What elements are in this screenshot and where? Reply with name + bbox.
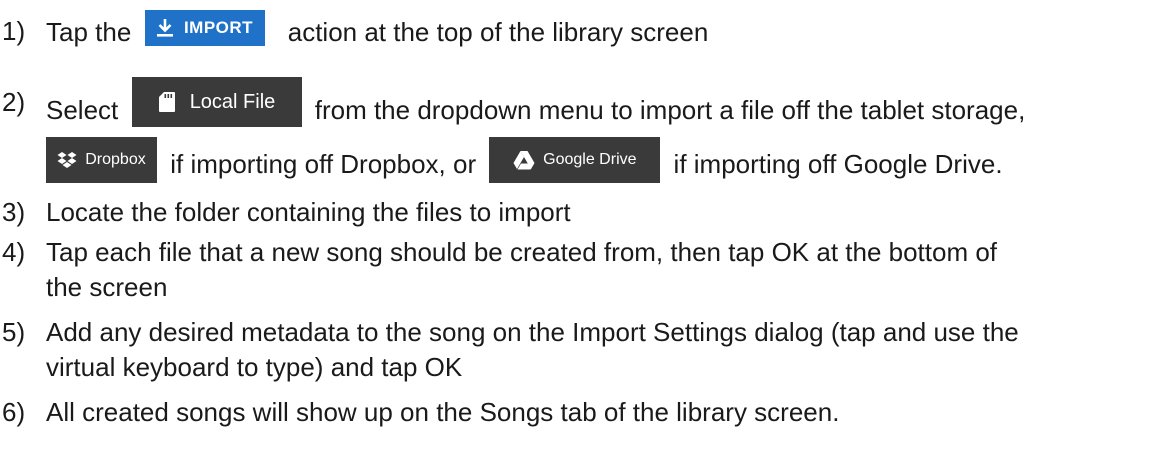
dropbox-icon xyxy=(57,152,77,168)
step-text: Tap the IMPORT action at the top of the … xyxy=(46,10,709,52)
google-drive-button-image: Google Drive xyxy=(489,137,661,183)
local-file-chip-label: Local File xyxy=(189,91,276,113)
step-text-end: if importing off Google Drive. xyxy=(666,148,1003,179)
step-text: Select Local File from the dropdown menu… xyxy=(46,77,1026,137)
step-text-before: Select xyxy=(46,94,126,125)
step-number: 4) xyxy=(2,237,26,267)
dropbox-chip-label: Dropbox xyxy=(85,151,146,168)
step-text: Add any desired metadata to the song on … xyxy=(46,317,1019,347)
download-icon xyxy=(156,19,173,37)
step-5-continuation: virtual keyboard to type) and tap OK xyxy=(46,352,463,382)
step-number: 6) xyxy=(2,397,26,427)
step-number: 3) xyxy=(2,197,26,227)
step-number: 2) xyxy=(2,87,26,117)
step-text: All created songs will show up on the So… xyxy=(46,397,840,427)
step-2-continuation: Dropbox if importing off Dropbox, or Goo… xyxy=(46,137,1003,189)
instruction-document: 1) Tap the IMPORT action at the top of t… xyxy=(0,0,1166,466)
step-text-after: from the dropdown menu to import a file … xyxy=(307,94,1026,125)
local-file-button-image: Local File xyxy=(131,77,302,127)
dropbox-button-image: Dropbox xyxy=(46,137,157,183)
step-text: Locate the folder containing the files t… xyxy=(46,197,571,227)
step-text-middle: if importing off Dropbox, or xyxy=(163,148,484,179)
step-number: 5) xyxy=(2,317,26,347)
sd-card-icon xyxy=(158,92,175,112)
import-button-image: IMPORT xyxy=(144,10,265,46)
step-text-before: Tap the xyxy=(46,16,139,47)
import-chip-label: IMPORT xyxy=(183,18,254,37)
google-drive-icon xyxy=(513,151,535,170)
step-4-continuation: the screen xyxy=(46,272,168,302)
step-number: 1) xyxy=(2,16,26,46)
step-text: Tap each file that a new song should be … xyxy=(46,237,998,267)
google-drive-chip-label: Google Drive xyxy=(543,151,637,168)
step-text-after: action at the top of the library screen xyxy=(280,16,709,47)
